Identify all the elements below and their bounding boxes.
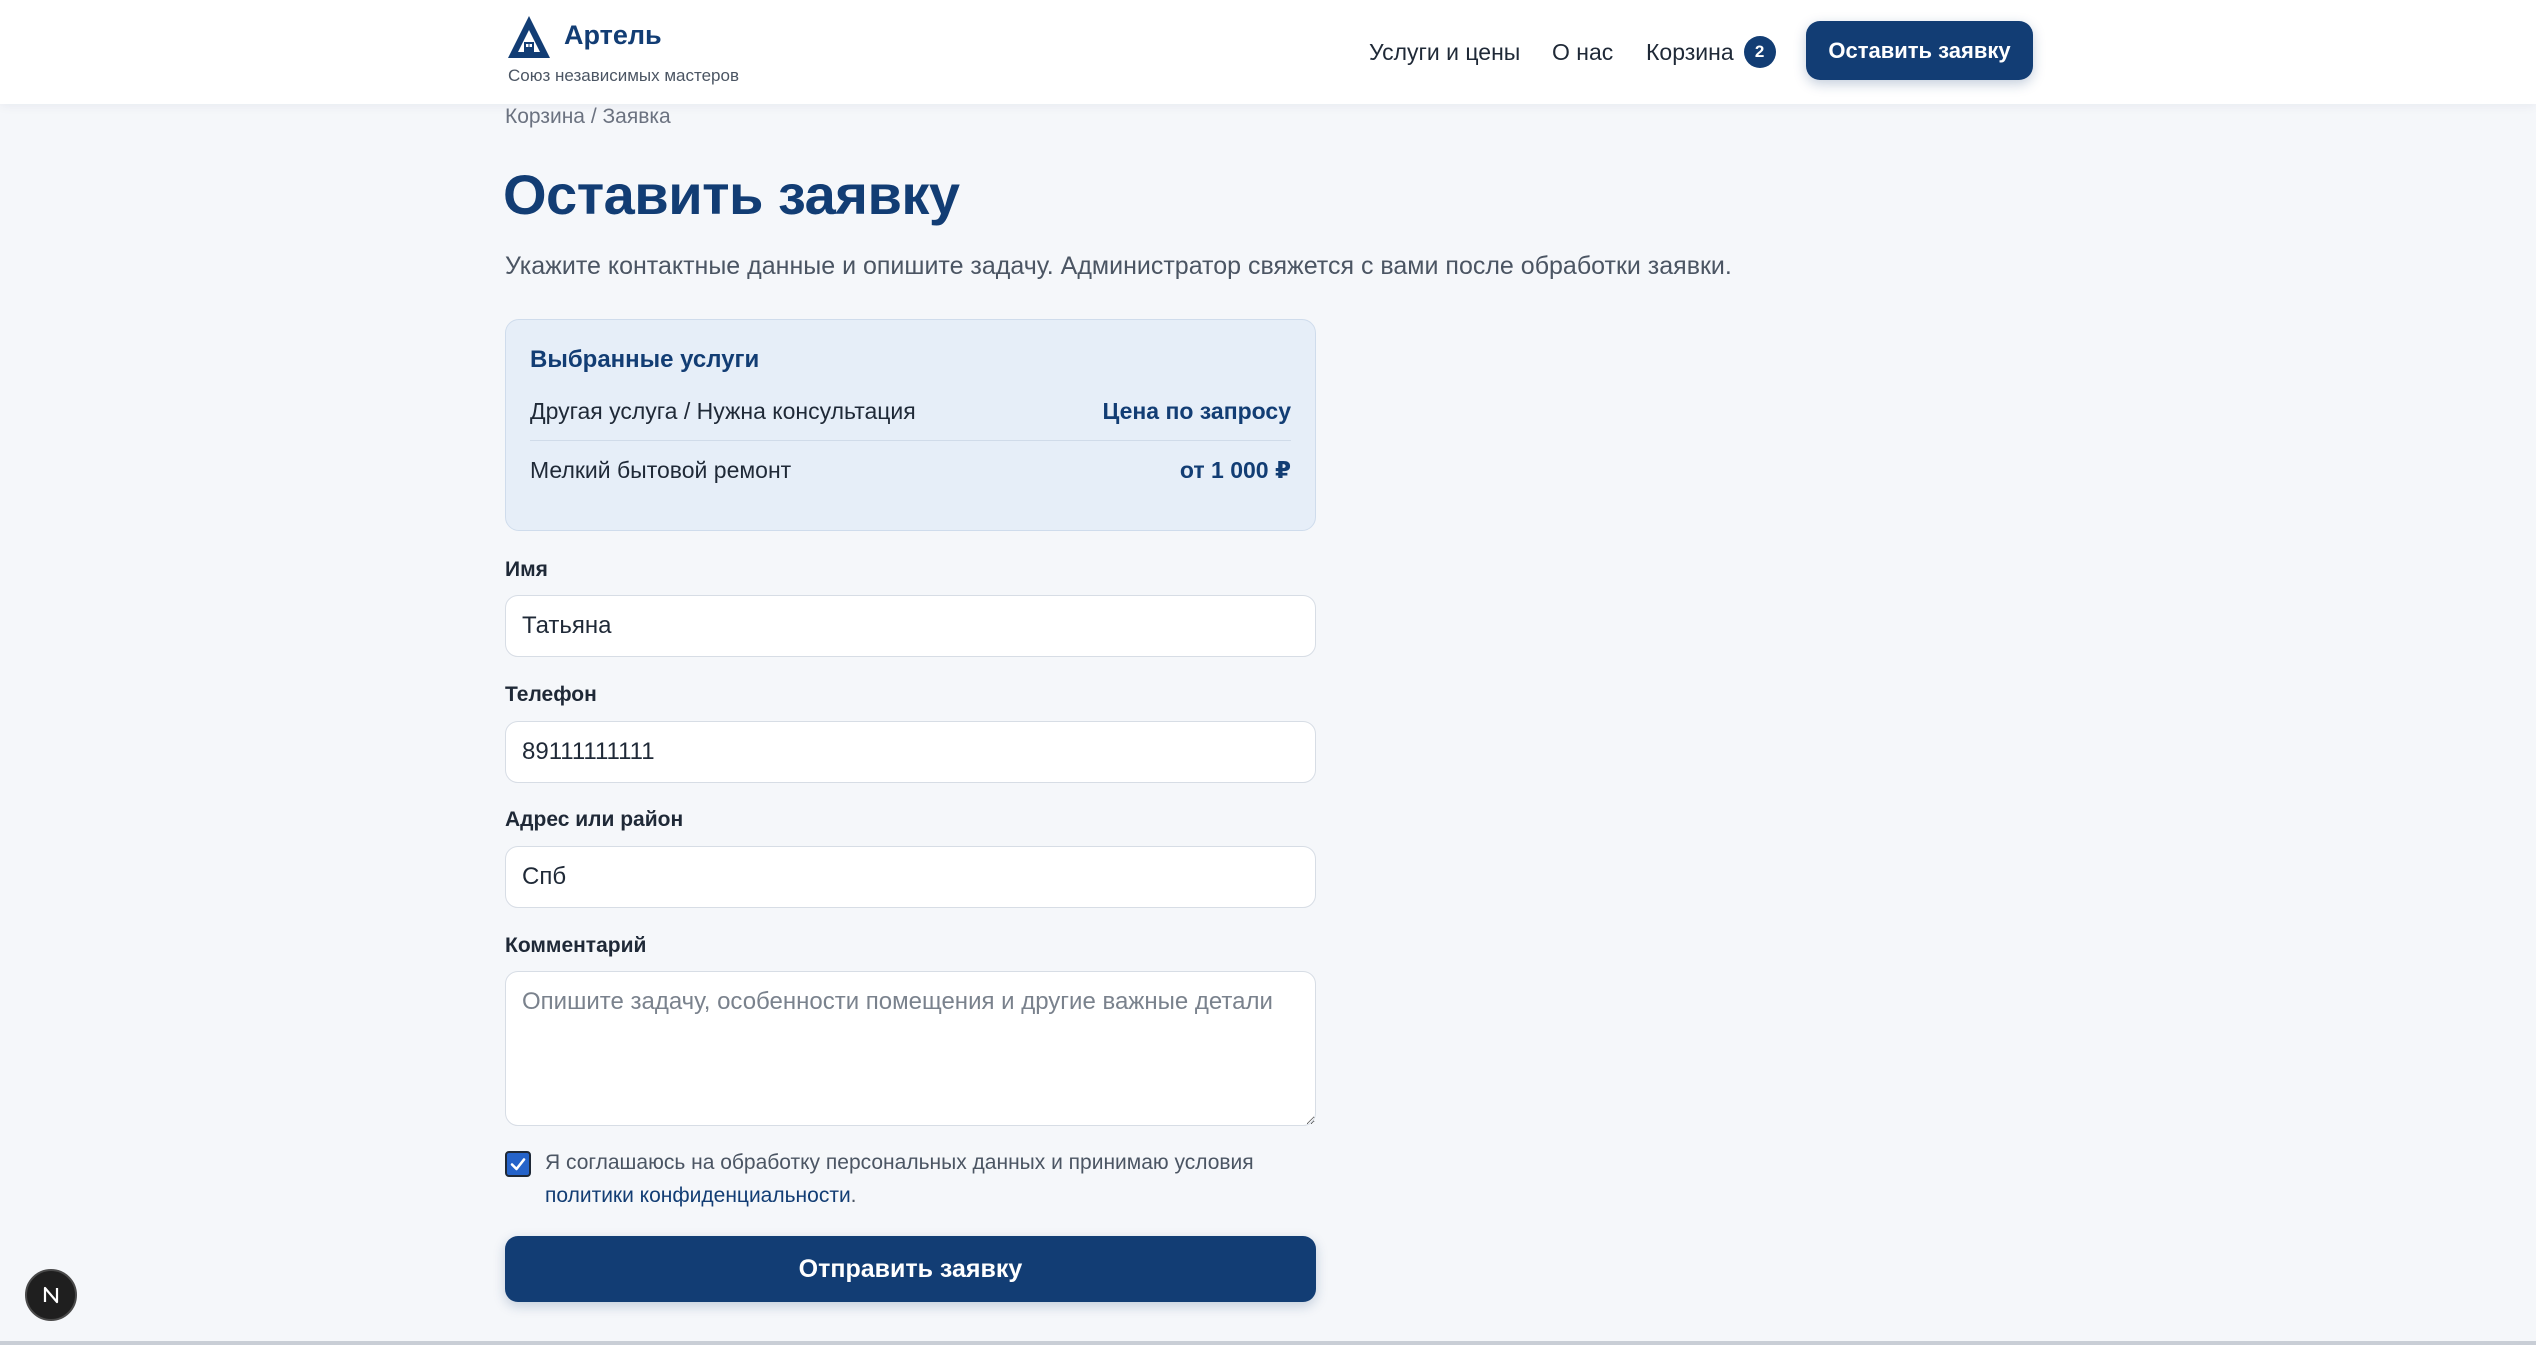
nav-item-services: Услуги и цены (1369, 0, 1520, 104)
privacy-policy-link[interactable]: политики конфиденциальности (545, 1184, 851, 1207)
name-label: Имя (505, 558, 548, 581)
address-label: Адрес или район (505, 808, 684, 831)
consent-text: Я соглашаюсь на обработку персональных д… (545, 1146, 1316, 1212)
selected-services-panel: Выбранные услуги Другая услуга / Нужна к… (505, 319, 1316, 531)
service-name: Другая услуга / Нужна консультация (530, 397, 916, 424)
brand[interactable]: Артель Союз независимых мастеров (506, 14, 739, 86)
phone-input[interactable] (505, 721, 1316, 783)
service-name: Мелкий бытовой ремонт (530, 457, 792, 483)
selected-services-title: Выбранные услуги (530, 346, 760, 373)
comment-label: Комментарий (505, 934, 647, 957)
n-letter-icon (43, 1286, 59, 1304)
checkmark-icon (510, 1158, 526, 1171)
bottom-divider (0, 1341, 2536, 1345)
cart-count-badge: 2 (1743, 36, 1776, 68)
triangle-house-logo-icon (508, 16, 550, 58)
submit-request-button[interactable]: Отправить заявку (505, 1236, 1316, 1302)
nav-item-cart[interactable]: Корзина 2 (1646, 0, 1776, 104)
consent-row: Я соглашаюсь на обработку персональных д… (505, 1149, 1316, 1212)
comment-textarea[interactable] (505, 971, 1316, 1126)
dev-tools-badge[interactable] (25, 1269, 77, 1321)
brand-row: Артель (506, 14, 739, 60)
nav-link-about[interactable]: О нас (1552, 39, 1613, 66)
page-title: Оставить заявку (503, 163, 960, 226)
brand-name: Артель (564, 19, 662, 50)
header-request-button[interactable]: Оставить заявку (1806, 21, 2033, 80)
nav-item-about: О нас (1552, 0, 1613, 104)
service-price: от 1 000 ₽ (1179, 457, 1291, 483)
nav-link-services[interactable]: Услуги и цены (1369, 39, 1520, 66)
phone-label: Телефон (505, 683, 597, 706)
page-subtitle: Укажите контактные данные и опишите зада… (505, 252, 1732, 280)
consent-text-after: . (850, 1184, 857, 1207)
service-price: Цена по запросу (1102, 397, 1291, 424)
name-input[interactable] (505, 595, 1316, 657)
service-row: Мелкий бытовой ремонт от 1 000 ₽ (530, 441, 1291, 500)
consent-checkbox[interactable] (505, 1151, 531, 1177)
consent-text-before: Я соглашаюсь на обработку персональных д… (545, 1151, 1254, 1174)
nav-link-cart[interactable]: Корзина (1646, 39, 1734, 66)
address-input[interactable] (505, 846, 1316, 908)
breadcrumb: Корзина / Заявка (505, 105, 671, 128)
service-row: Другая услуга / Нужна консультация Цена … (530, 382, 1291, 441)
site-header: Артель Союз независимых мастеров Услуги … (0, 0, 2536, 104)
brand-tagline: Союз независимых мастеров (508, 66, 740, 85)
